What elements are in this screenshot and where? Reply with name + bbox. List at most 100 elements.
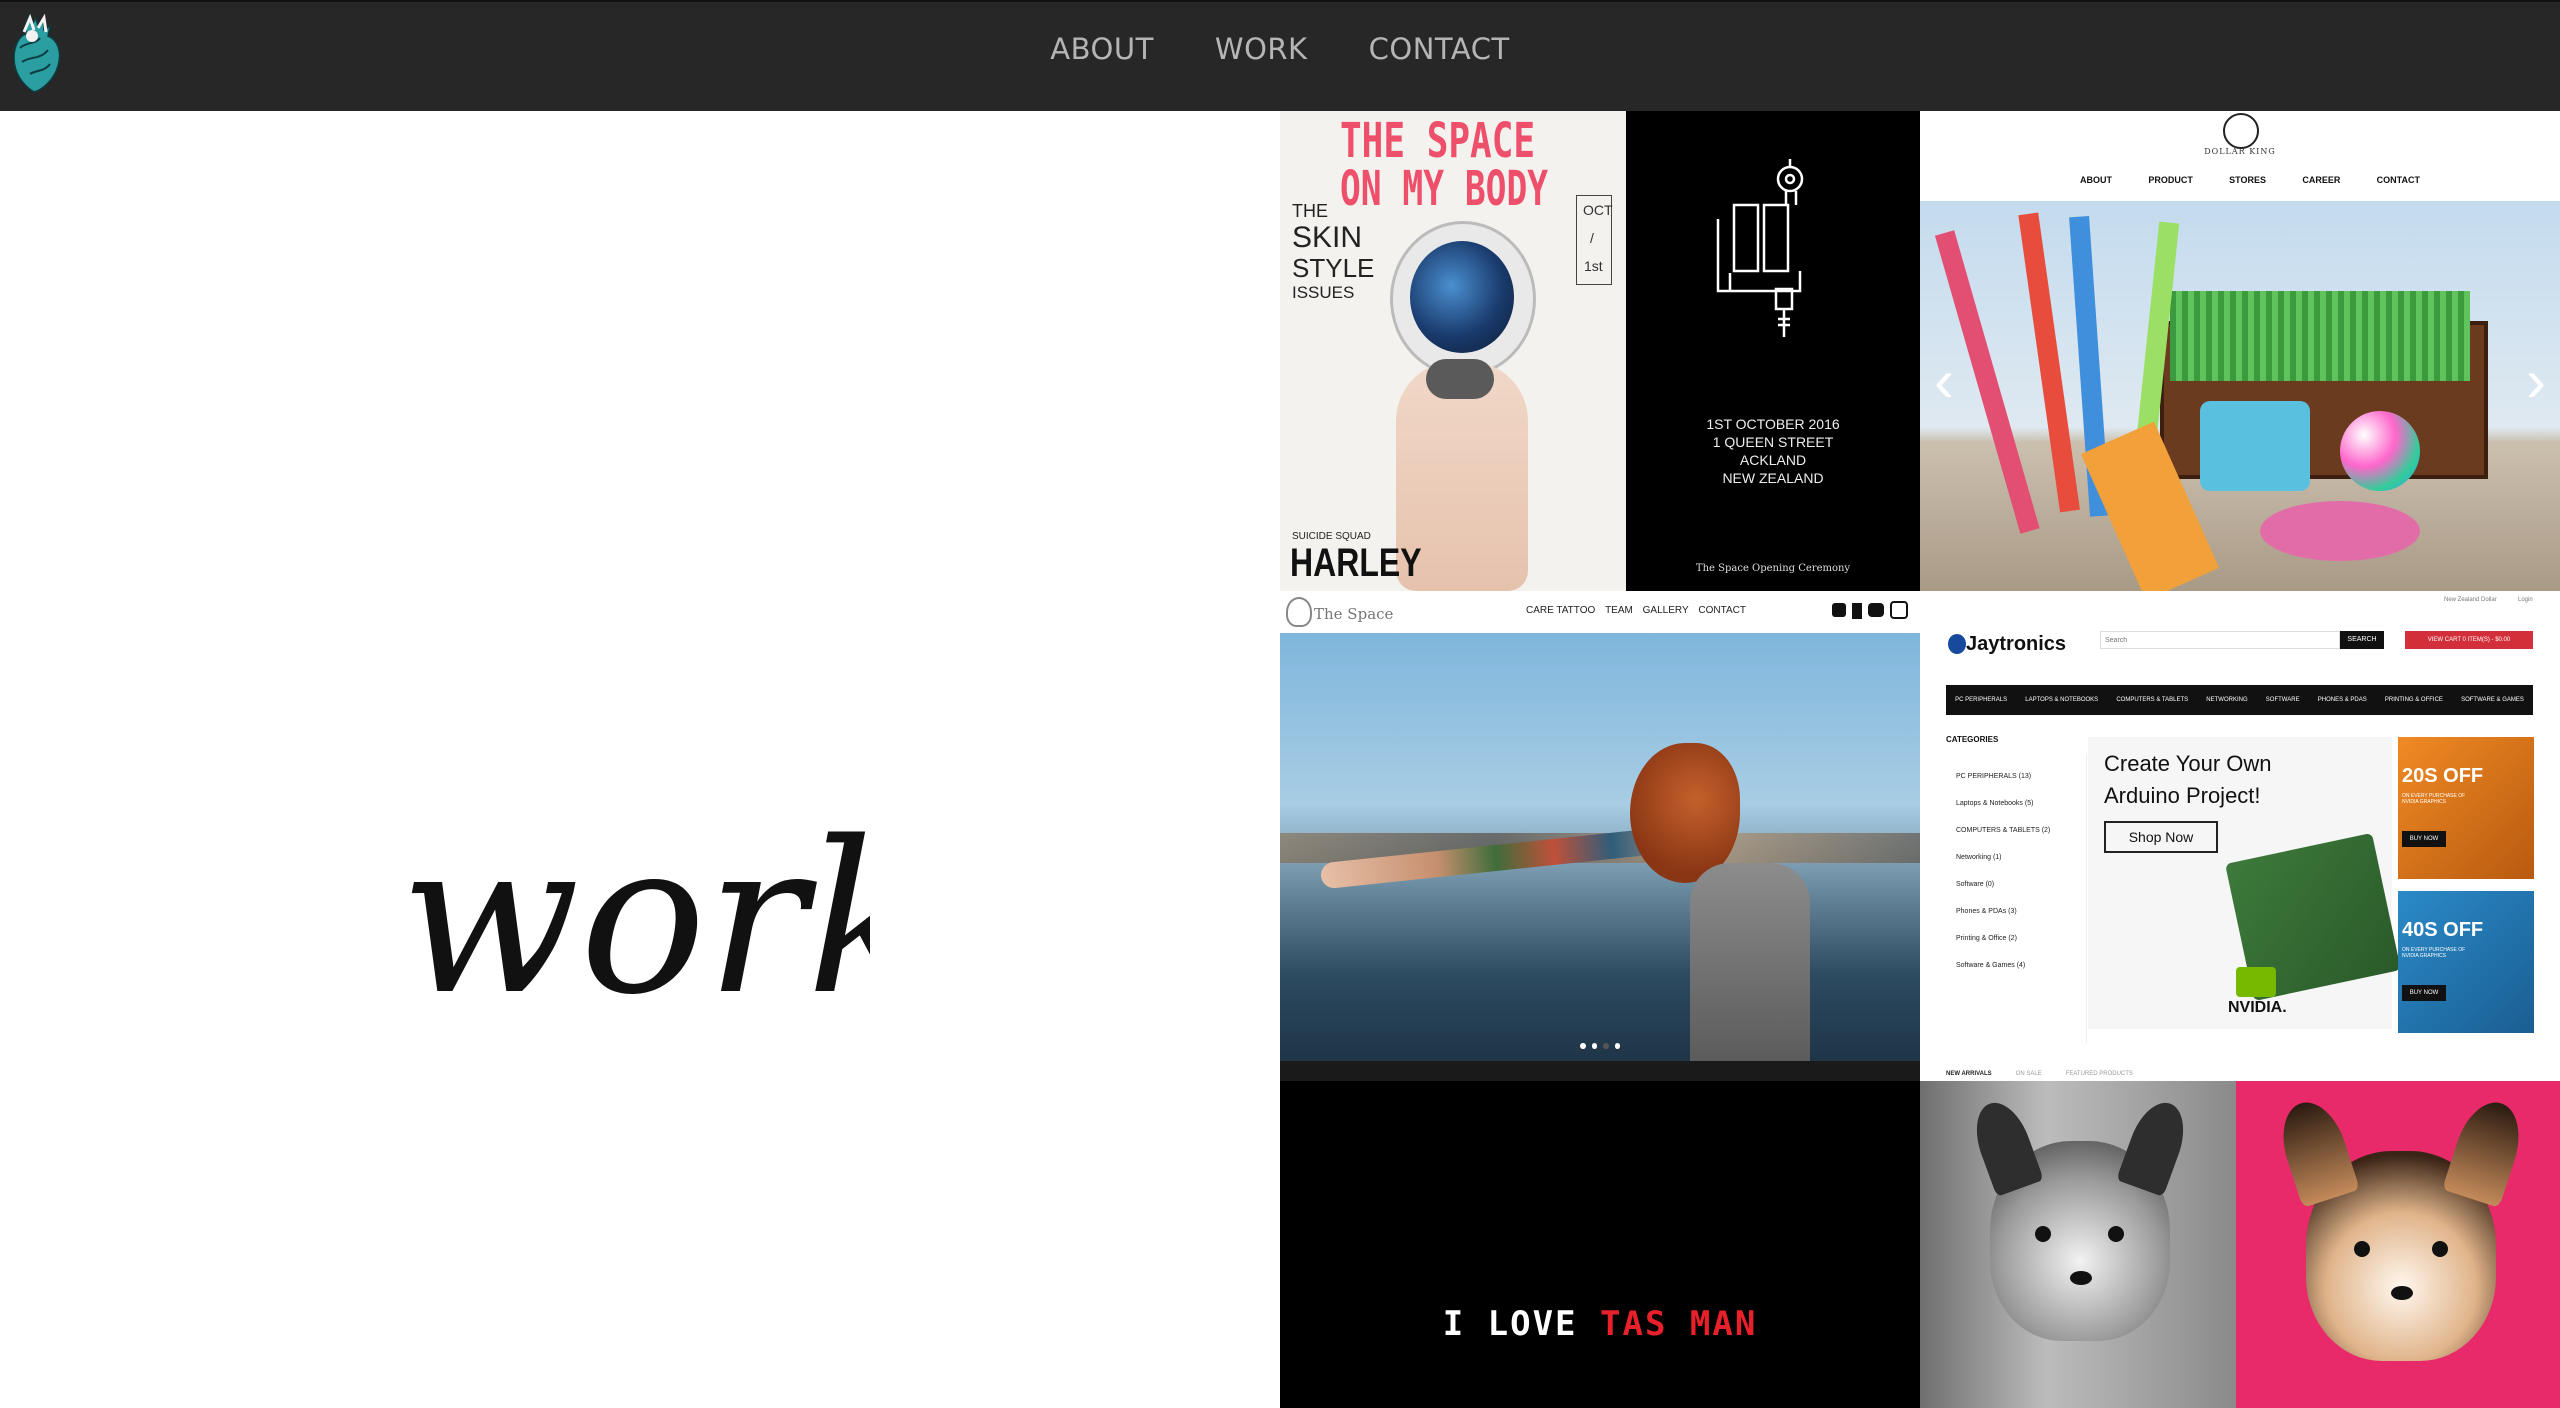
corgi-bw-ear-right [2116, 1095, 2194, 1197]
jay-nav-item[interactable]: COMPUTERS & TABLETS [2116, 697, 2188, 703]
jay-arduino-banner: Create Your Own Arduino Project! Shop No… [2088, 737, 2401, 1029]
jaytronics-logo-icon [1948, 634, 1966, 654]
jay-category-item[interactable]: Laptops & Notebooks (5) [1956, 800, 2033, 807]
jay-tab-new-arrivals[interactable]: NEW ARRIVALS [1946, 1071, 1992, 1077]
slider-dots [1580, 1043, 1620, 1049]
tattoo-machine-icon [1716, 159, 1804, 337]
jay-promo-40-sub: ON EVERY PURCHASE OF NVIDIA GRAPHICS [2402, 947, 2466, 959]
pool-noodle-red [2018, 212, 2080, 513]
corgi-bw-nose [2070, 1271, 2092, 1285]
jay-search-button[interactable]: SEARCH [2340, 631, 2384, 649]
jay-nav-item[interactable]: PRINTING & OFFICE [2385, 697, 2443, 703]
jay-nvidia-text: NVIDIA. [2228, 999, 2287, 1016]
portfolio-tile-space-poster[interactable]: THE SPACE ON MY BODY THE SKIN STYLE ISSU… [1280, 111, 1920, 591]
corgi-color-nose [2391, 1286, 2413, 1300]
portfolio-tile-corgi-paintings[interactable] [1920, 1081, 2560, 1408]
jay-view-cart-button[interactable]: VIEW CART 0 ITEM(S) - $0.00 [2405, 631, 2533, 649]
nav-contact-link[interactable]: CONTACT [1369, 32, 1510, 66]
corgi-bw-eye [2035, 1226, 2051, 1242]
instagram-icon[interactable] [1890, 601, 1908, 619]
dollar-king-nav-career[interactable]: CAREER [2302, 175, 2340, 185]
the-space-heart-logo-icon [1286, 597, 1312, 627]
the-space-nav-gallery[interactable]: GALLERY [1643, 605, 1689, 616]
the-space-nav-team[interactable]: TEAM [1605, 605, 1633, 616]
carousel-prev-button[interactable]: ‹ [1934, 351, 1954, 411]
carousel-next-button[interactable]: › [2526, 351, 2546, 411]
jay-search-input[interactable] [2100, 631, 2340, 649]
jay-promo-40-off[interactable]: 40S OFF ON EVERY PURCHASE OF NVIDIA GRAP… [2398, 891, 2534, 1033]
jay-shop-now-button[interactable]: Shop Now [2104, 821, 2218, 853]
jay-nav-item[interactable]: PHONES & PDAS [2318, 697, 2367, 703]
poster-address-1: 1ST OCTOBER 2016 [1706, 416, 1840, 432]
jay-promo-40-buy-button[interactable]: BUY NOW [2402, 985, 2446, 1001]
jay-category-item[interactable]: Networking (1) [1956, 854, 2002, 861]
poster-side-text-1: THE [1292, 201, 1328, 221]
the-space-hero-photo [1280, 633, 1920, 1063]
work-hero-panel: work [0, 111, 1280, 1408]
portfolio-tile-the-space-site[interactable]: The Space CARE TATTOO TEAM GALLERY CONTA… [1280, 591, 1920, 1081]
jay-tab-on-sale[interactable]: ON SALE [2016, 1071, 2042, 1077]
top-nav-bar: ABOUT WORK CONTACT [0, 0, 2560, 111]
jay-login-link[interactable]: Login [2518, 597, 2533, 603]
jay-category-item[interactable]: Printing & Office (2) [1956, 935, 2017, 942]
work-script-text: work [400, 796, 870, 1041]
poster-address-2: 1 QUEEN STREET [1712, 434, 1834, 450]
poster-side-text-3: STYLE [1292, 253, 1375, 283]
beach-ball [2340, 411, 2420, 491]
portfolio-tile-tasman[interactable]: I LOVE TAS MAN [1280, 1081, 1920, 1408]
jay-category-item[interactable]: Software & Games (4) [1956, 962, 2025, 969]
jay-promo-20-title: 20S OFF [2402, 765, 2484, 787]
nav-about-link[interactable]: ABOUT [1050, 32, 1154, 66]
youtube-icon[interactable] [1868, 603, 1884, 617]
grey-tank-top [1690, 863, 1810, 1063]
poster-caption: The Space Opening Ceremony [1695, 563, 1851, 574]
jay-promo-20-buy-button[interactable]: BUY NOW [2402, 831, 2446, 847]
dollar-king-nav-contact[interactable]: CONTACT [2377, 175, 2420, 185]
jay-categories-title: CATEGORIES [1946, 735, 1999, 744]
the-space-nav-contact[interactable]: CONTACT [1698, 605, 1746, 616]
jay-banner-line-1: Create Your Own [2104, 751, 2272, 776]
jay-tab-featured[interactable]: FEATURED PRODUCTS [2066, 1071, 2133, 1077]
poster-date-3: 1st [1584, 258, 1603, 274]
jaytronics-brand: Jaytronics [1966, 633, 2067, 655]
twitter-icon[interactable] [1832, 603, 1846, 617]
dollar-king-brand: DOLLAR KING [2204, 147, 2276, 156]
jay-nav-item[interactable]: LAPTOPS & NOTEBOOKS [2025, 697, 2098, 703]
jay-category-item[interactable]: Software (0) [1956, 881, 1994, 888]
facebook-icon[interactable] [1852, 603, 1862, 619]
corgi-color-ear-left [2272, 1094, 2360, 1208]
tasman-slogan: I LOVE TAS MAN [1280, 1304, 1920, 1344]
jay-category-item[interactable]: Phones & PDAs (3) [1956, 908, 2017, 915]
corgi-color-eye [2432, 1241, 2448, 1257]
jay-nav-item[interactable]: NETWORKING [2206, 697, 2247, 703]
portfolio-tile-dollar-king[interactable]: DOLLAR KING ABOUT PRODUCT STORES CAREER … [1920, 111, 2560, 591]
portfolio-tile-jaytronics[interactable]: New Zealand Dollar Login Jaytronics SEAR… [1920, 591, 2560, 1081]
slider-dot[interactable] [1603, 1043, 1609, 1049]
dollar-king-nav-stores[interactable]: STORES [2229, 175, 2266, 185]
poster-address-3: ACKLAND [1739, 452, 1807, 468]
the-space-nav: CARE TATTOO TEAM GALLERY CONTACT [1526, 605, 1746, 616]
slider-dot[interactable] [1614, 1043, 1620, 1049]
slider-dot[interactable] [1591, 1043, 1597, 1049]
corgi-bw-ear-left [1966, 1095, 2044, 1197]
jay-currency-link[interactable]: New Zealand Dollar [2444, 597, 2497, 603]
corgi-color-painting [2236, 1081, 2560, 1408]
jay-nav-item[interactable]: PC PERIPHERALS [1955, 697, 2007, 703]
nav-work-link[interactable]: WORK [1215, 32, 1308, 66]
corgi-color-ear-right [2442, 1094, 2530, 1208]
jay-promo-20-off[interactable]: 20S OFF ON EVERY PURCHASE OF NVIDIA GRAP… [2398, 737, 2534, 879]
slider-dot[interactable] [1580, 1043, 1586, 1049]
the-space-nav-care-tattoo[interactable]: CARE TATTOO [1526, 605, 1595, 616]
dollar-king-nav: ABOUT PRODUCT STORES CAREER CONTACT [2080, 175, 2420, 185]
jay-nav-item[interactable]: SOFTWARE [2266, 697, 2300, 703]
dollar-king-nav-about[interactable]: ABOUT [2080, 175, 2112, 185]
poster-headline-2: ON MY BODY [1340, 161, 1549, 217]
jay-category-item[interactable]: PC PERIPHERALS (13) [1956, 773, 2031, 780]
jay-categories-list: PC PERIPHERALS (13) Laptops & Notebooks … [1946, 753, 2087, 1043]
jay-category-item[interactable]: COMPUTERS & TABLETS (2) [1956, 827, 2050, 834]
dollar-king-nav-product[interactable]: PRODUCT [2148, 175, 2193, 185]
tasman-slogan-white: I LOVE [1442, 1304, 1600, 1344]
poster-right-panel: 1ST OCTOBER 2016 1 QUEEN STREET ACKLAND … [1626, 111, 1920, 591]
dollar-king-header: DOLLAR KING ABOUT PRODUCT STORES CAREER … [1920, 111, 2560, 201]
jay-nav-item[interactable]: SOFTWARE & GAMES [2461, 697, 2524, 703]
